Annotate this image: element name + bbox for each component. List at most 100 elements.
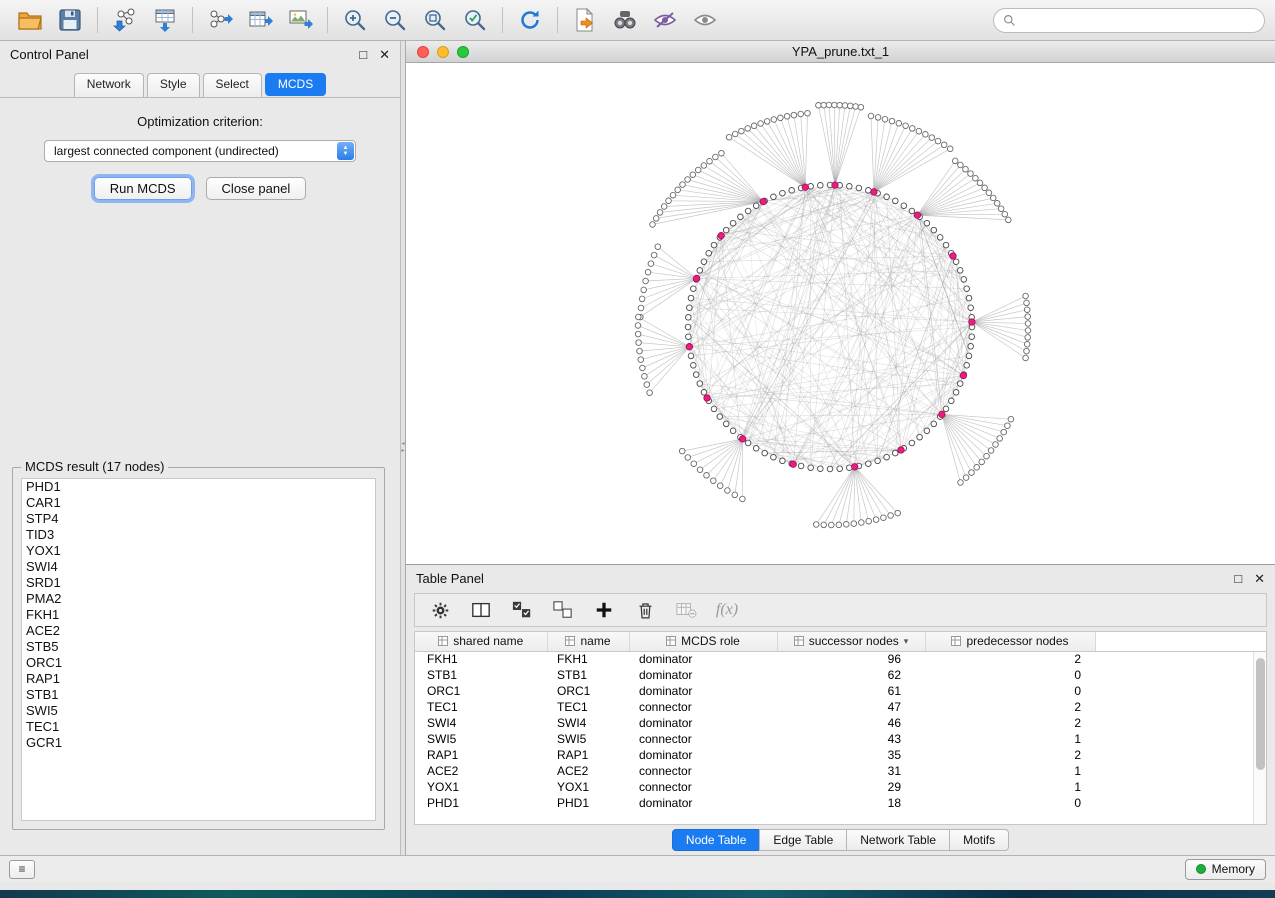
tab-style[interactable]: Style	[147, 73, 200, 97]
mcds-result-item[interactable]: YOX1	[22, 543, 375, 559]
network-node[interactable]	[685, 324, 691, 330]
table-row[interactable]: PHD1PHD1dominator180	[415, 795, 1266, 811]
network-node[interactable]	[739, 128, 745, 134]
network-node[interactable]	[650, 222, 656, 228]
cell-successor-nodes[interactable]: 18	[777, 795, 925, 811]
column-header-mcds-role[interactable]: MCDS role	[629, 632, 777, 651]
network-node[interactable]	[858, 104, 864, 110]
network-node[interactable]	[813, 522, 819, 528]
mcds-result-item[interactable]: SRD1	[22, 575, 375, 591]
cell-successor-nodes[interactable]: 31	[777, 763, 925, 779]
network-node[interactable]	[909, 208, 915, 214]
network-graph[interactable]	[406, 63, 1275, 564]
dominator-node[interactable]	[802, 184, 808, 190]
table-scrollbar-thumb[interactable]	[1256, 658, 1265, 770]
network-edge[interactable]	[794, 115, 805, 187]
cell-predecessor-nodes[interactable]: 2	[925, 651, 1095, 667]
dominator-node[interactable]	[950, 253, 956, 259]
minimize-window-button[interactable]	[437, 46, 449, 58]
network-node[interactable]	[969, 334, 975, 340]
cell-predecessor-nodes[interactable]: 1	[925, 763, 1095, 779]
network-node[interactable]	[635, 331, 641, 337]
network-node[interactable]	[745, 208, 751, 214]
column-header-successor-nodes[interactable]: successor nodes▾	[777, 632, 925, 651]
network-node[interactable]	[717, 414, 723, 420]
network-node[interactable]	[701, 390, 707, 396]
cell-shared-name[interactable]: FKH1	[415, 651, 547, 667]
network-edge[interactable]	[818, 105, 835, 185]
mcds-result-item[interactable]: PMA2	[22, 591, 375, 607]
network-node[interactable]	[964, 286, 970, 292]
table-row[interactable]: SWI4SWI4dominator462	[415, 715, 1266, 731]
cell-name[interactable]: ACE2	[547, 763, 629, 779]
export-image-button[interactable]	[280, 4, 320, 36]
table-settings-button[interactable]	[427, 597, 453, 623]
mcds-result-item[interactable]: RAP1	[22, 671, 375, 687]
tab-network[interactable]: Network	[74, 73, 144, 97]
network-node[interactable]	[821, 522, 827, 528]
network-edge[interactable]	[942, 414, 972, 472]
network-node[interactable]	[853, 104, 859, 110]
network-edge[interactable]	[972, 322, 1026, 358]
network-node[interactable]	[974, 465, 980, 471]
network-edge[interactable]	[874, 138, 932, 192]
network-node[interactable]	[719, 150, 725, 156]
cell-mcds-role[interactable]: connector	[629, 699, 777, 715]
network-node[interactable]	[889, 118, 895, 124]
network-node[interactable]	[691, 461, 697, 467]
network-edge[interactable]	[874, 117, 878, 191]
cell-predecessor-nodes[interactable]: 1	[925, 731, 1095, 747]
network-node[interactable]	[789, 188, 795, 194]
network-node[interactable]	[909, 440, 915, 446]
network-node[interactable]	[895, 510, 901, 516]
network-node[interactable]	[868, 113, 874, 119]
zoom-window-button[interactable]	[457, 46, 469, 58]
network-node[interactable]	[687, 305, 693, 311]
network-node[interactable]	[1025, 328, 1031, 334]
network-edge[interactable]	[713, 439, 742, 481]
dominator-node[interactable]	[960, 372, 966, 378]
dominator-node[interactable]	[693, 275, 699, 281]
network-node[interactable]	[771, 454, 777, 460]
network-node[interactable]	[875, 115, 881, 121]
cell-name[interactable]: RAP1	[547, 747, 629, 763]
search-network-button[interactable]	[605, 4, 645, 36]
network-edge[interactable]	[820, 211, 912, 469]
network-node[interactable]	[693, 372, 699, 378]
network-node[interactable]	[740, 496, 746, 502]
network-edge[interactable]	[816, 467, 855, 525]
network-window-titlebar[interactable]: YPA_prune.txt_1	[406, 41, 1275, 63]
search-input[interactable]	[1022, 13, 1255, 27]
network-node[interactable]	[697, 381, 703, 387]
import-table-button[interactable]	[145, 4, 185, 36]
show-all-button[interactable]	[685, 4, 725, 36]
network-edge[interactable]	[855, 467, 891, 516]
cell-name[interactable]: TEC1	[547, 699, 629, 715]
network-edge[interactable]	[917, 161, 955, 215]
network-node[interactable]	[816, 103, 822, 109]
network-node[interactable]	[952, 158, 958, 164]
cell-mcds-role[interactable]: dominator	[629, 795, 777, 811]
cell-shared-name[interactable]: ORC1	[415, 683, 547, 699]
network-edge[interactable]	[855, 467, 898, 513]
network-node[interactable]	[966, 353, 972, 359]
network-edge[interactable]	[972, 322, 1028, 337]
table-row[interactable]: YOX1YOX1connector291	[415, 779, 1266, 795]
network-node[interactable]	[847, 184, 853, 190]
network-node[interactable]	[635, 323, 641, 329]
cell-predecessor-nodes[interactable]: 0	[925, 683, 1095, 699]
network-node[interactable]	[931, 227, 937, 233]
mcds-result-item[interactable]: ORC1	[22, 655, 375, 671]
network-edge[interactable]	[704, 166, 764, 202]
network-node[interactable]	[711, 406, 717, 412]
network-node[interactable]	[1025, 335, 1031, 341]
network-edge[interactable]	[874, 149, 950, 192]
cell-name[interactable]: FKH1	[547, 651, 629, 667]
network-node[interactable]	[680, 182, 686, 188]
tab-mcds[interactable]: MCDS	[265, 73, 326, 96]
cell-mcds-role[interactable]: connector	[629, 731, 777, 747]
column-header-shared-name[interactable]: shared name	[415, 632, 547, 651]
cell-successor-nodes[interactable]: 29	[777, 779, 925, 795]
tab-node-table[interactable]: Node Table	[672, 829, 761, 851]
cell-successor-nodes[interactable]: 35	[777, 747, 925, 763]
